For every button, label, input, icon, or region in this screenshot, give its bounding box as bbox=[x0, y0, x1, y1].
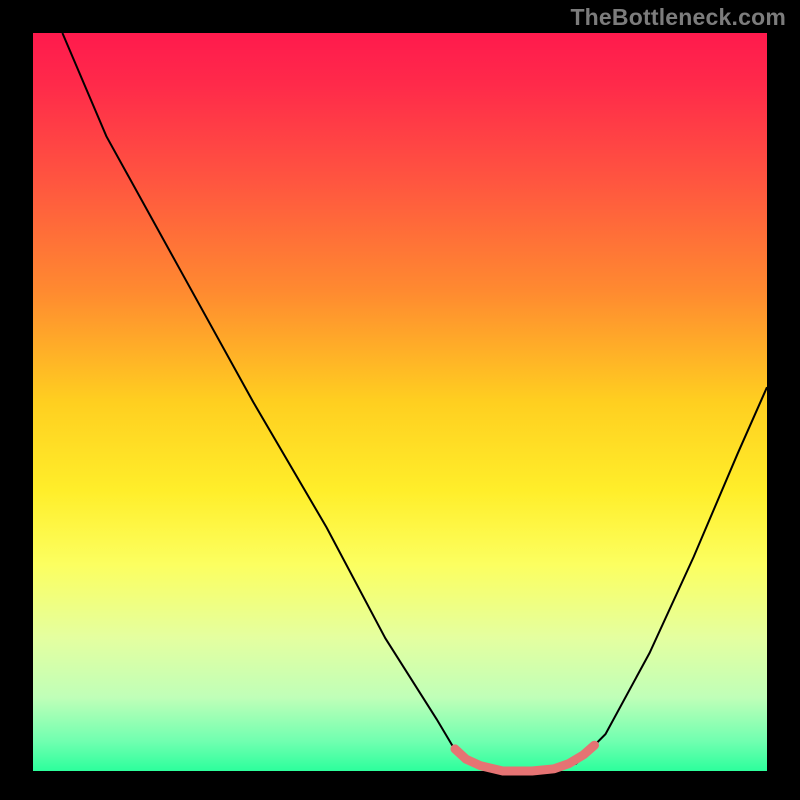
bottleneck-chart bbox=[0, 0, 800, 800]
watermark-text: TheBottleneck.com bbox=[570, 4, 786, 31]
chart-stage: TheBottleneck.com bbox=[0, 0, 800, 800]
